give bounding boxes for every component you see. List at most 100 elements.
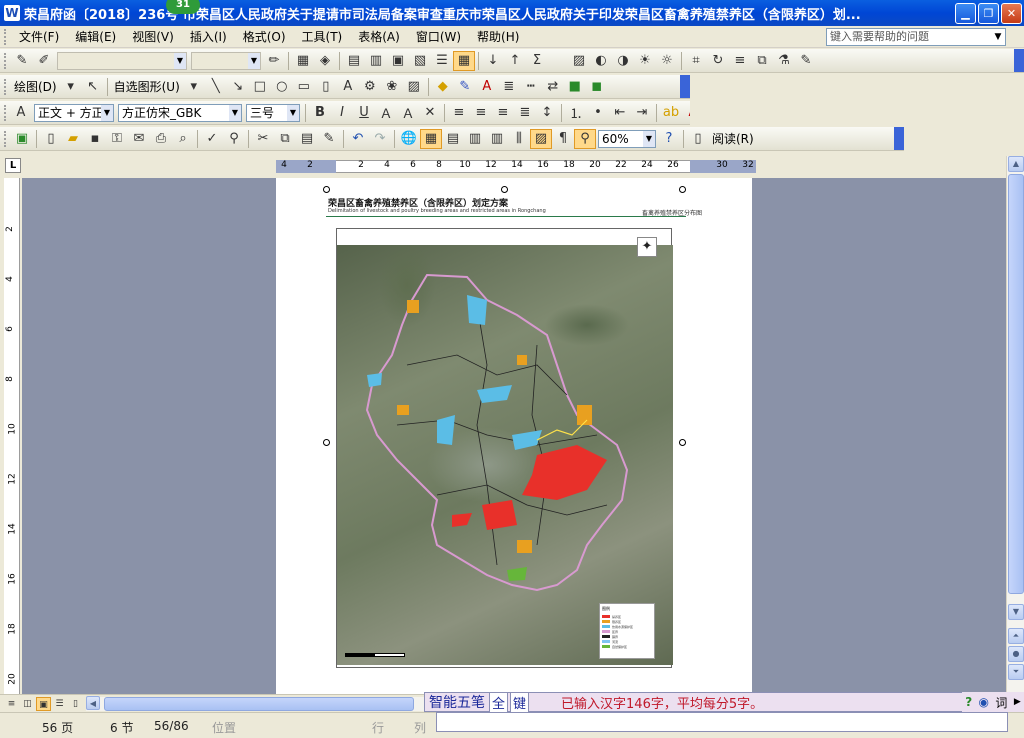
char-scale-icon[interactable]: ✕	[419, 103, 441, 123]
brightness-down-icon[interactable]: ☼	[656, 51, 678, 71]
horizontal-scrollbar[interactable]: ◀	[86, 696, 424, 711]
menu-view[interactable]: 视图(V)	[124, 28, 182, 45]
read-mode-button[interactable]: 阅读(R)	[709, 130, 757, 147]
save-icon[interactable]: ▪	[84, 129, 106, 149]
scroll-thumb[interactable]	[1008, 174, 1024, 594]
font-color-icon[interactable]: A	[476, 77, 498, 97]
spelling-icon[interactable]: ✓	[201, 129, 223, 149]
insert-excel-icon[interactable]: ▥	[464, 129, 486, 149]
menu-file[interactable]: 文件(F)	[11, 28, 67, 45]
resize-handle[interactable]	[679, 439, 686, 446]
close-button[interactable]: ✕	[1001, 2, 1022, 24]
ime-dict-icon[interactable]: 词	[995, 694, 1007, 711]
chevron-down-icon[interactable]: ▾	[60, 77, 82, 97]
map-image[interactable]: ✦ 图例 禁养区 限养区 饮用水源保护区 区界 镇界 河流 自然保护区	[336, 228, 673, 668]
insert-table-icon[interactable]: ▤	[442, 129, 464, 149]
line-weight-icon[interactable]: ≣	[498, 77, 520, 97]
align-cells-icon[interactable]: ▧	[409, 51, 431, 71]
permission-icon[interactable]: ⚿	[106, 129, 128, 149]
select-pointer-icon[interactable]: ↖	[82, 77, 104, 97]
style-select[interactable]: 正文 + 方正 ▼	[34, 103, 114, 122]
columns-icon[interactable]: ▥	[486, 129, 508, 149]
web-view-icon[interactable]: ◫	[20, 697, 35, 711]
outline-view-icon[interactable]: ☰	[52, 697, 67, 711]
bold-icon[interactable]: B	[309, 103, 331, 123]
horizontal-ruler[interactable]: L 4 2 2 4 6 8 10 12 14 16 18 20 22 24 26…	[0, 156, 1024, 176]
edit-icon[interactable]: ✎	[11, 51, 33, 71]
border-icon[interactable]: ▦	[292, 51, 314, 71]
undo-icon[interactable]: ↶	[347, 129, 369, 149]
ime-globe-icon[interactable]: ◉	[979, 695, 989, 709]
resize-handle[interactable]	[323, 439, 330, 446]
print-icon[interactable]: ⎙	[150, 129, 172, 149]
brightness-up-icon[interactable]: ☀	[634, 51, 656, 71]
merge-cells-icon[interactable]: ▥	[365, 51, 387, 71]
ime-candidate-box[interactable]	[436, 712, 1008, 732]
color-icon[interactable]: ◐	[590, 51, 612, 71]
word-logo-icon[interactable]: ▣	[11, 129, 33, 149]
copy-icon[interactable]: ⧉	[274, 129, 296, 149]
autoshape-menu[interactable]: 自选图形(U)	[111, 78, 183, 95]
diagram-icon[interactable]: ⚙	[359, 77, 381, 97]
compress-icon[interactable]: ⧉	[751, 51, 773, 71]
toolbar-options[interactable]	[894, 127, 904, 150]
decrease-indent-icon[interactable]: ⇤	[609, 103, 631, 123]
clipart-icon[interactable]: ❀	[381, 77, 403, 97]
browse-object-icon[interactable]: ●	[1008, 646, 1024, 662]
read-mode-icon[interactable]: ▯	[687, 129, 709, 149]
scroll-up-icon[interactable]: ▲	[1008, 156, 1024, 172]
hyperlink-icon[interactable]: 🌐	[398, 129, 420, 149]
menu-table[interactable]: 表格(A)	[350, 28, 408, 45]
draw-menu[interactable]: 绘图(D)	[11, 78, 60, 95]
help-search-input[interactable]: 键入需要帮助的问题 ▼	[826, 28, 1006, 46]
document-map-icon[interactable]: ▨	[530, 128, 552, 149]
minimize-button[interactable]: ▁	[955, 2, 976, 24]
pen-icon[interactable]: ✏	[263, 51, 285, 71]
scroll-left-icon[interactable]: ◀	[86, 696, 100, 710]
format-picture-icon[interactable]: ✎	[795, 51, 817, 71]
menu-insert[interactable]: 插入(I)	[182, 28, 235, 45]
text-wrap-icon[interactable]: ⚗	[773, 51, 795, 71]
autosum-icon[interactable]: Σ	[526, 51, 548, 71]
vertical-ruler[interactable]: 2 4 6 8 10 12 14 16 18 20	[4, 178, 20, 694]
show-hide-icon[interactable]: ¶	[552, 129, 574, 149]
toolbar-grip[interactable]	[4, 104, 6, 121]
numbering-icon[interactable]: ⒈	[565, 103, 587, 123]
ime-fullwidth-toggle[interactable]: 全	[489, 691, 509, 713]
arrow-style-icon[interactable]: ⇄	[542, 77, 564, 97]
fill-color-icon[interactable]: ◆	[432, 77, 454, 97]
resize-handle[interactable]	[679, 186, 686, 193]
menu-format[interactable]: 格式(O)	[235, 28, 294, 45]
menu-grip[interactable]	[4, 28, 7, 45]
menu-help[interactable]: 帮助(H)	[469, 28, 527, 45]
font-select[interactable]: 方正仿宋_GBK ▼	[118, 103, 242, 122]
format-painter-icon[interactable]: ✎	[318, 129, 340, 149]
menu-tools[interactable]: 工具(T)	[294, 28, 351, 45]
picture-icon[interactable]: ▨	[568, 51, 590, 71]
styles-pane-icon[interactable]: A	[10, 103, 32, 123]
sort-descending-icon[interactable]: ↑	[504, 51, 526, 71]
align-right-icon[interactable]: ≡	[492, 103, 514, 123]
font-color-icon[interactable]: A	[682, 103, 690, 123]
toolbar-grip[interactable]	[4, 78, 7, 95]
redo-icon[interactable]: ↷	[369, 129, 391, 149]
char-border-icon[interactable]: Ａ	[375, 103, 397, 123]
scroll-down-icon[interactable]: ▼	[1008, 604, 1024, 620]
shading-icon[interactable]: ◈	[314, 51, 336, 71]
email-icon[interactable]: ✉	[128, 129, 150, 149]
bullets-icon[interactable]: •	[587, 103, 609, 123]
insert-picture-icon[interactable]: ▨	[403, 77, 425, 97]
justify-icon[interactable]: ≣	[514, 103, 536, 123]
document-area[interactable]: 荣昌区畜禽养殖禁养区（含限养区）划定方案 Delimitation of liv…	[22, 178, 1006, 694]
chevron-down-icon[interactable]: ▾	[183, 77, 205, 97]
sort-ascending-icon[interactable]: ↓	[482, 51, 504, 71]
markup-icon[interactable]: ✐	[33, 51, 55, 71]
resize-handle[interactable]	[501, 186, 508, 193]
crop-icon[interactable]: ⌗	[685, 51, 707, 71]
previous-page-icon[interactable]: ⏶	[1008, 628, 1024, 644]
font-size-select[interactable]: 三号 ▼	[246, 103, 300, 122]
resize-handle[interactable]	[323, 186, 330, 193]
dash-style-icon[interactable]: ┅	[520, 77, 542, 97]
vertical-scrollbar[interactable]: ▲ ▼ ⏶ ● ⏷	[1006, 156, 1024, 694]
scroll-right-icon[interactable]: ▶	[1014, 697, 1021, 707]
